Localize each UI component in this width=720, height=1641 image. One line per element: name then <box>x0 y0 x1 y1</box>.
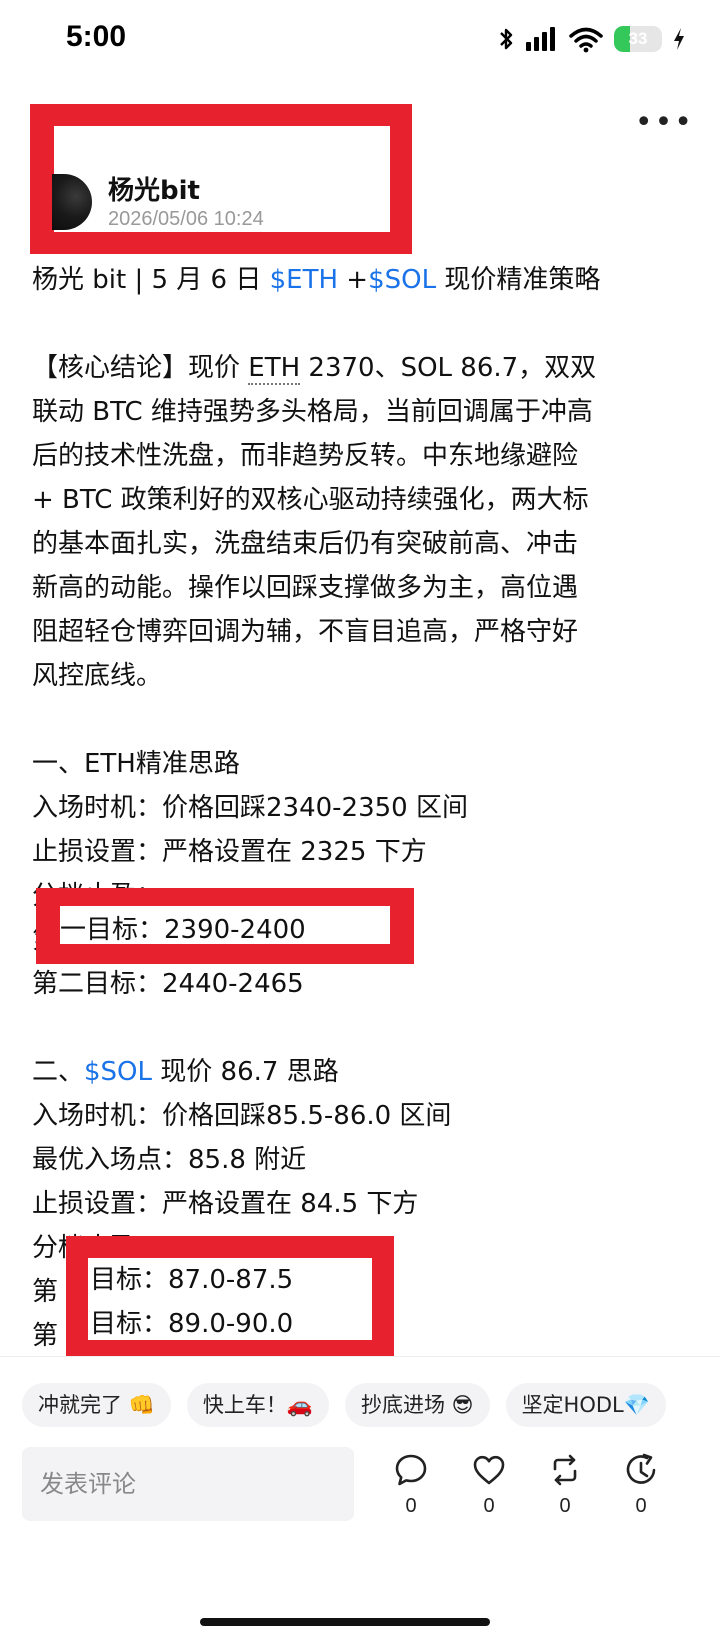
post-actions: 0 0 0 0 <box>376 1453 696 1533</box>
post-title: 杨光 bit | 5 月 6 日 $ETH +$SOL 现价精准策略 <box>32 258 672 302</box>
core-line-2: 联动 BTC 维持强势多头格局，当前回调属于冲高 <box>32 397 593 427</box>
quick-reply-chip[interactable]: 抄底进场 😎 <box>344 1383 490 1427</box>
repost-count: 0 <box>559 1495 571 1517</box>
sol-stop: 止损设置：严格设置在 84.5 下方 <box>32 1189 419 1219</box>
eth-ticker-term[interactable]: ETH <box>248 353 301 385</box>
post-content: 杨光 bit | 5 月 6 日 $ETH +$SOL 现价精准策略 【核心结论… <box>32 258 672 1358</box>
sol-heading: 二、$SOL 现价 86.7 思路 <box>32 1050 672 1094</box>
like-count: 0 <box>483 1495 495 1517</box>
comment-icon <box>395 1454 427 1486</box>
core-text: 【核心结论】现价 <box>32 353 249 383</box>
charging-bolt-icon <box>674 28 684 50</box>
quick-reply-chips: 冲就完了 👊 快上车！🚗 抄底进场 😎 坚定HODL💎 <box>22 1383 666 1427</box>
eth-stop: 止损设置：严格设置在 2325 下方 <box>32 837 427 867</box>
core-line-6: 新高的动能。操作以回踩支撑做多为主，高位遇 <box>32 573 579 603</box>
sol-heading-tag-link[interactable]: $SOL <box>84 1057 152 1087</box>
eth-target-1: 一目标：2390-2400 <box>60 915 306 945</box>
heart-icon <box>473 1455 505 1485</box>
sol-tag-link[interactable]: $SOL <box>368 265 436 295</box>
post-date: 2026/05/06 10:24 <box>108 208 264 230</box>
status-bar: 5:00 33 <box>0 0 720 80</box>
title-suffix: 现价精准策略 <box>436 265 601 295</box>
quick-reply-chip[interactable]: 坚定HODL💎 <box>505 1383 666 1427</box>
comment-input[interactable] <box>22 1447 354 1521</box>
core-line-4: + BTC 政策利好的双核心驱动持续强化，两大标 <box>32 485 589 515</box>
sol-target-2: 目标：89.0-90.0 <box>90 1309 294 1339</box>
core-line-5: 的基本面扎实，洗盘结束后仍有突破前高、冲击 <box>32 529 579 559</box>
battery-percentage: 33 <box>628 29 648 48</box>
title-prefix: 杨光 bit | 5 月 6 日 <box>32 265 270 295</box>
wifi-icon <box>569 27 603 53</box>
bluetooth-icon <box>500 28 513 50</box>
eth-target-2: 第二目标：2440-2465 <box>32 969 304 999</box>
sol-heading-prefix: 二、 <box>32 1057 85 1087</box>
battery-indicator: 33 <box>614 26 662 52</box>
sol-target-2-prefix: 第 <box>32 1321 59 1351</box>
author-name[interactable]: 杨光bit <box>108 170 200 207</box>
more-options-button[interactable]: ••• <box>635 108 694 138</box>
core-text-rest: 2370、SOL 86.7，双双 <box>300 353 597 383</box>
sol-entry: 入场时机：价格回踩85.5-86.0 区间 <box>32 1101 452 1131</box>
quick-reply-chip[interactable]: 冲就完了 👊 <box>22 1383 171 1427</box>
sol-heading-suffix: 现价 86.7 思路 <box>152 1057 339 1087</box>
eth-entry: 入场时机：价格回踩2340-2350 区间 <box>32 793 468 823</box>
sol-target-1: 目标：87.0-87.5 <box>90 1265 294 1295</box>
author-highlight-frame <box>30 104 412 254</box>
repost-button[interactable]: 0 <box>530 1453 600 1518</box>
comment-count: 0 <box>405 1495 417 1517</box>
share-icon <box>626 1453 656 1484</box>
title-mid: + <box>338 265 369 295</box>
status-icons: 33 <box>498 22 686 56</box>
core-line-3: 后的技术性洗盘，而非趋势反转。中东地缘避险 <box>32 441 579 471</box>
sol-target-1-prefix: 第 <box>32 1277 59 1307</box>
share-count: 0 <box>635 1495 647 1517</box>
core-line-1: 【核心结论】现价 ETH 2370、SOL 86.7，双双 <box>32 346 672 390</box>
eth-tag-link[interactable]: $ETH <box>270 265 338 295</box>
like-button[interactable]: 0 <box>454 1453 524 1518</box>
repost-icon <box>553 1454 577 1486</box>
clock: 5:00 <box>66 20 127 53</box>
home-indicator[interactable] <box>200 1618 490 1626</box>
bottom-panel: 冲就完了 👊 快上车！🚗 抄底进场 😎 坚定HODL💎 0 0 0 0 <box>0 1356 720 1641</box>
sol-best-entry: 最优入场点：85.8 附近 <box>32 1145 307 1175</box>
eth-heading: 一、ETH精准思路 <box>32 749 240 779</box>
share-button[interactable]: 0 <box>606 1453 676 1518</box>
core-line-7: 阻超轻仓博弈回调为辅，不盲目追高，严格守好 <box>32 617 579 647</box>
core-line-8: 风控底线。 <box>32 661 163 691</box>
cellular-signal-icon <box>526 27 555 51</box>
comment-button[interactable]: 0 <box>376 1453 446 1518</box>
quick-reply-chip[interactable]: 快上车！🚗 <box>186 1383 329 1427</box>
